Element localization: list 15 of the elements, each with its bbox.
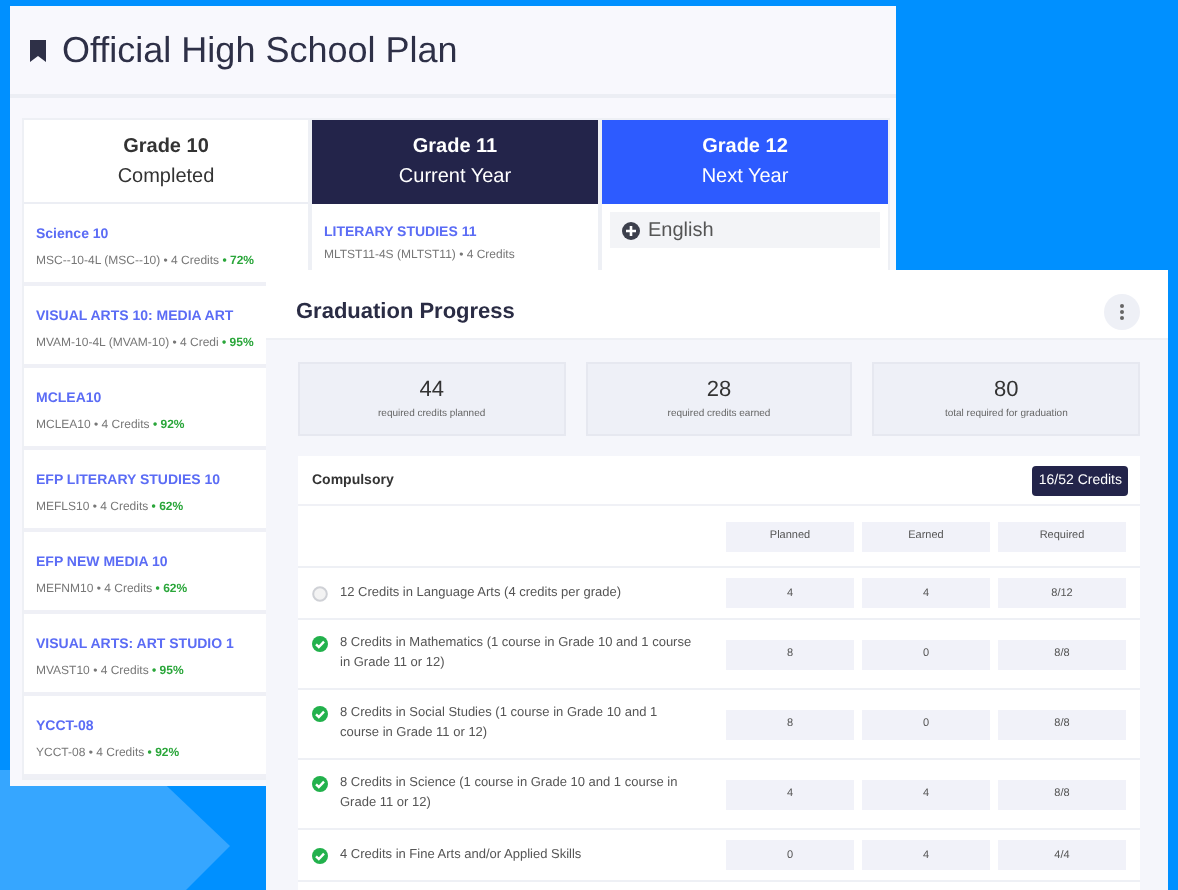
- grade-status: Completed: [117, 165, 215, 187]
- stat-value: 28: [706, 378, 732, 402]
- grade-title: Grade 12: [702, 136, 788, 158]
- grade-title: Grade 10: [123, 135, 209, 157]
- grade-status: Current Year: [398, 166, 512, 188]
- stat-value: 44: [419, 378, 444, 402]
- grade-status: Next Year: [701, 166, 789, 188]
- stat-value: 80: [994, 378, 1019, 402]
- bookmark-icon: [30, 39, 46, 61]
- page-title: Official High School Plan: [62, 29, 458, 71]
- plus-circle-icon: [622, 221, 640, 239]
- grade-title: Grade 11: [412, 136, 498, 158]
- more-button[interactable]: [1104, 294, 1140, 330]
- course-slot[interactable]: English: [610, 212, 880, 248]
- panel-title: Graduation Progress: [296, 300, 515, 324]
